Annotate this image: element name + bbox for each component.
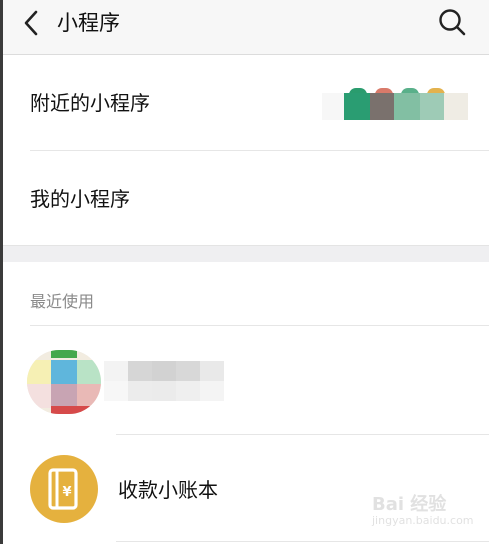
nearby-mini-programs-label: 附近的小程序 <box>30 91 150 115</box>
svg-text:¥: ¥ <box>62 485 71 500</box>
recent-section-label: 最近使用 <box>30 292 95 311</box>
ledger-app-icon: ¥ <box>30 455 98 523</box>
watermark-brand: Bai 经验 <box>372 494 447 515</box>
ledger-app-name: 收款小账本 <box>118 478 218 502</box>
search-button[interactable] <box>437 7 467 37</box>
search-icon <box>439 9 466 36</box>
my-mini-programs-row[interactable]: 我的小程序 <box>3 151 489 244</box>
baidu-jingyan-watermark: Bai 经验 jingyan.baidu.com <box>370 488 482 534</box>
chevron-left-icon <box>24 10 38 36</box>
back-button[interactable] <box>19 8 47 38</box>
row-divider <box>116 541 489 542</box>
page-title: 小程序 <box>57 11 120 35</box>
blurred-app-icon <box>27 350 101 414</box>
section-separator <box>3 245 489 262</box>
mini-programs-screen: 小程序 附近的小程序 我的小程序 最近使用 ¥ 收款小账本 Bai 经验 jin… <box>0 0 489 544</box>
my-mini-programs-label: 我的小程序 <box>30 187 130 211</box>
blurred-app-name <box>104 361 224 401</box>
ledger-yen-icon: ¥ <box>48 468 78 510</box>
recent-item-blurred[interactable] <box>3 326 489 434</box>
nav-header: 小程序 <box>3 0 489 55</box>
nearby-thumbnails <box>322 88 468 122</box>
watermark-url: jingyan.baidu.com <box>372 514 474 527</box>
nearby-mini-programs-row[interactable]: 附近的小程序 <box>3 55 489 150</box>
